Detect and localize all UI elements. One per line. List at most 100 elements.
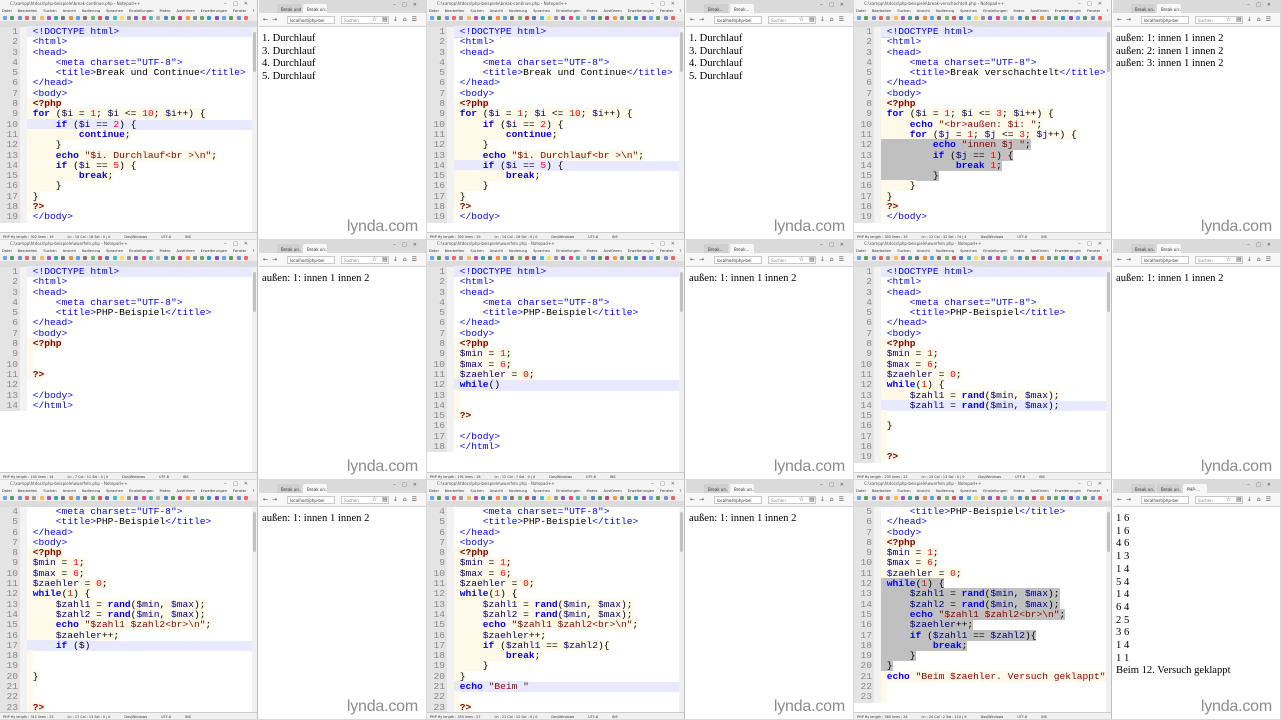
toolbar-icon[interactable] [163,15,168,20]
toolbar-icon[interactable] [149,255,153,260]
code-area[interactable]: 1 <!DOCTYPE html> 2 <html> 3 <head> 4 <meta… [854,26,1111,232]
menu-item[interactable]: Bearbeiten [445,249,465,253]
toolbar-icon[interactable] [1061,495,1066,500]
toolbar-icon[interactable] [437,495,442,500]
toolbar-icon[interactable] [1090,495,1095,500]
toolbar-icon[interactable] [546,15,551,20]
toolbar-icon[interactable] [141,495,146,500]
toolbar-icon[interactable] [90,15,95,20]
toolbar-icon[interactable] [1083,495,1088,500]
toolbar-icon[interactable] [156,15,161,20]
menu-item[interactable]: Kodierung [936,249,954,253]
url-bar[interactable]: localhost/php-bei [714,16,762,24]
menu-item[interactable]: Datei [856,489,866,493]
browser-toolbar-icons[interactable]: ☆▤↓⌂☰ [1226,256,1276,263]
toolbar-icon[interactable] [200,15,205,20]
toolbar-icon[interactable] [1083,255,1088,260]
menu-item[interactable]: Suchen [43,489,56,493]
toolbar-icon[interactable] [3,15,7,20]
toolbar-icon[interactable] [532,255,537,260]
toolbar-icon[interactable] [97,255,102,260]
toolbar-icon[interactable] [510,255,515,260]
toolbar-icon[interactable] [951,15,956,20]
toolbar-icon[interactable] [83,255,88,260]
menu-item[interactable]: Sprachen [960,249,977,253]
menu-item[interactable]: Datei [2,9,12,13]
toolbar-icon[interactable] [430,495,434,500]
editor-scrollbar[interactable] [679,507,684,712]
toolbar-icon[interactable] [481,255,486,260]
toolbar-icon[interactable] [539,495,544,500]
toolbar-icon[interactable] [97,495,102,500]
editor-scrollbar[interactable] [679,27,684,232]
toolbar-icon[interactable] [554,255,559,260]
menu-item[interactable]: Erweiterungen [201,489,227,493]
toolbar-icon[interactable] [871,15,876,20]
toolbar-icon[interactable] [959,255,964,260]
toolbar-icon[interactable] [222,255,226,260]
toolbar-icon[interactable] [466,495,471,500]
toolbar-icon[interactable] [451,15,456,20]
editor-scrollbar[interactable] [1106,507,1111,712]
menu-item[interactable]: Ansicht [63,489,76,493]
menu-item[interactable]: Ausführen [603,489,621,493]
code-area[interactable]: 5 <title>PHP-Beispiel</title> 6 </head> 7 … [854,506,1111,712]
toolbar-icon[interactable] [444,15,449,20]
menu-item[interactable]: Ansicht [917,9,930,13]
menu-item[interactable]: Suchen [470,9,483,13]
toolbar-icon[interactable] [149,15,153,20]
menu-item[interactable]: Fenster [1087,9,1100,13]
toolbar-icon[interactable] [488,495,493,500]
toolbar-icon[interactable] [236,495,241,500]
window-controls[interactable]: ‒□✕ [224,0,254,8]
toolbar-icon[interactable] [900,495,905,500]
toolbar-icon[interactable] [1097,15,1102,20]
toolbar-icon[interactable] [1068,255,1073,260]
toolbar-icon[interactable] [503,255,507,260]
toolbar-icon[interactable] [1032,255,1037,260]
toolbar-icon[interactable] [973,495,978,500]
toolbar-icon[interactable] [76,495,80,500]
browser-toolbar-icons[interactable]: ☆▤↓⌂☰ [799,496,849,503]
toolbar-icon[interactable] [524,255,529,260]
toolbar-icon[interactable] [229,495,234,500]
menu-item[interactable]: Einstellungen [983,489,1007,493]
toolbar-icon[interactable] [207,255,212,260]
menu-item[interactable]: Sprachen [106,249,123,253]
menu-item[interactable]: Makro [159,489,170,493]
toolbar-icon[interactable] [430,255,434,260]
toolbar-icon[interactable] [229,15,234,20]
toolbar-icon[interactable] [886,255,891,260]
toolbar-icon[interactable] [207,495,212,500]
toolbar-icon[interactable] [97,15,102,20]
toolbar-icon[interactable] [959,495,964,500]
toolbar-icon[interactable] [178,255,183,260]
toolbar-icon[interactable] [1046,495,1051,500]
toolbar-icon[interactable] [1083,15,1088,20]
menu-item[interactable]: Makro [586,489,597,493]
toolbar-icon[interactable] [908,495,913,500]
menu-item[interactable]: Erweiterungen [1055,489,1081,493]
code-area[interactable]: 1 <!DOCTYPE html> 2 <html> 3 <head> 4 <meta… [427,26,684,232]
toolbar-icon[interactable] [10,255,15,260]
toolbar-icon[interactable] [590,255,595,260]
menu-item[interactable]: Ausführen [603,249,621,253]
url-bar[interactable]: localhost/php-bei [287,16,335,24]
toolbar-icon[interactable] [1039,255,1044,260]
url-bar[interactable]: localhost/php-bei [714,496,762,504]
browser-toolbar-icons[interactable]: ☆▤↓⌂☰ [799,16,849,23]
toolbar-icon[interactable] [76,15,80,20]
menu-item[interactable]: Einstellungen [983,9,1007,13]
window-controls[interactable]: ‒□✕ [820,482,850,488]
toolbar-icon[interactable] [539,15,544,20]
toolbar-icon[interactable] [451,255,456,260]
toolbar-icon[interactable] [444,255,449,260]
menu-item[interactable]: Ansicht [63,9,76,13]
toolbar-icon[interactable] [864,255,869,260]
menu-item[interactable]: Ausführen [603,9,621,13]
toolbar-icon[interactable] [937,15,942,20]
toolbar-icon[interactable] [915,15,920,20]
menu-item[interactable]: ? [1106,9,1108,13]
toolbar-icon[interactable] [988,255,993,260]
toolbar-icon[interactable] [1010,495,1015,500]
